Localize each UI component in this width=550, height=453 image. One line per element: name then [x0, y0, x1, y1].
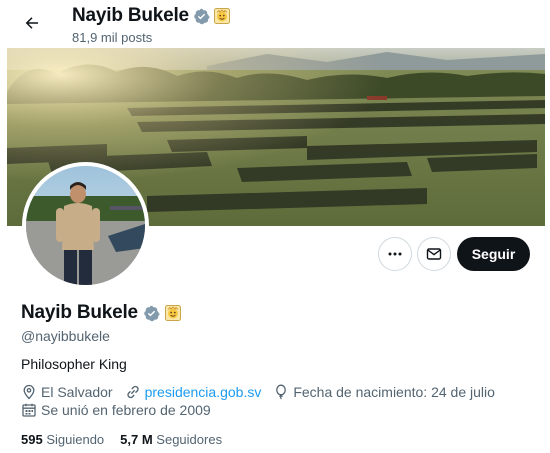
- joined-item: Se unió en febrero de 2009: [21, 402, 211, 418]
- balloon-icon: [276, 384, 287, 400]
- header-name: Nayib Bukele: [72, 5, 189, 26]
- follow-button[interactable]: Seguir: [457, 237, 530, 271]
- followers-stat[interactable]: 5,7 M Seguidores: [120, 432, 222, 447]
- profile-name-row: Nayib Bukele: [21, 302, 181, 324]
- more-button[interactable]: [378, 237, 412, 271]
- verified-badge-icon[interactable]: [143, 305, 160, 322]
- posts-count: 81,9 mil posts: [72, 30, 153, 45]
- location-text: El Salvador: [41, 384, 113, 400]
- verified-badge-icon: [194, 8, 210, 24]
- calendar-icon: [22, 403, 36, 417]
- mail-icon: [426, 248, 442, 260]
- location-item: El Salvador: [21, 384, 113, 400]
- profile-stats: 595 Siguiendo 5,7 M Seguidores: [21, 432, 222, 447]
- link-icon: [126, 385, 139, 399]
- affiliate-emoji-icon[interactable]: [164, 305, 181, 321]
- birthday-item: Fecha de nacimiento: 24 de julio: [273, 384, 495, 400]
- profile-avatar[interactable]: [22, 162, 149, 289]
- website-item: presidencia.gob.sv: [125, 384, 262, 400]
- location-pin-icon: [23, 384, 35, 400]
- following-stat[interactable]: 595 Siguiendo: [21, 432, 104, 447]
- header-name-row: Nayib Bukele: [72, 5, 230, 27]
- arrow-left-icon: [25, 17, 38, 29]
- more-dots-icon: [388, 252, 402, 256]
- followers-label: Seguidores: [156, 432, 223, 447]
- following-label: Siguiendo: [46, 432, 105, 447]
- profile-name: Nayib Bukele: [21, 302, 138, 323]
- followers-count: 5,7 M: [120, 432, 153, 447]
- profile-meta-row: El Salvador presidencia.gob.sv Fecha de …: [21, 384, 507, 400]
- profile-page: Nayib Bukele 81,9 mil posts Seguir Nayib…: [7, 0, 545, 453]
- following-count: 595: [21, 432, 43, 447]
- joined-text: Se unió en febrero de 2009: [41, 402, 211, 418]
- profile-joined-row: Se unió en febrero de 2009: [21, 402, 223, 418]
- avatar-image: [26, 166, 145, 285]
- top-bar: Nayib Bukele 81,9 mil posts: [7, 0, 545, 48]
- profile-bio: Philosopher King: [21, 356, 127, 372]
- birthday-text: Fecha de nacimiento: 24 de julio: [293, 384, 495, 400]
- website-link[interactable]: presidencia.gob.sv: [145, 384, 262, 400]
- affiliate-emoji-icon: [213, 8, 230, 24]
- profile-handle: @nayibbukele: [21, 328, 110, 344]
- message-button[interactable]: [417, 237, 451, 271]
- back-button[interactable]: [17, 8, 47, 38]
